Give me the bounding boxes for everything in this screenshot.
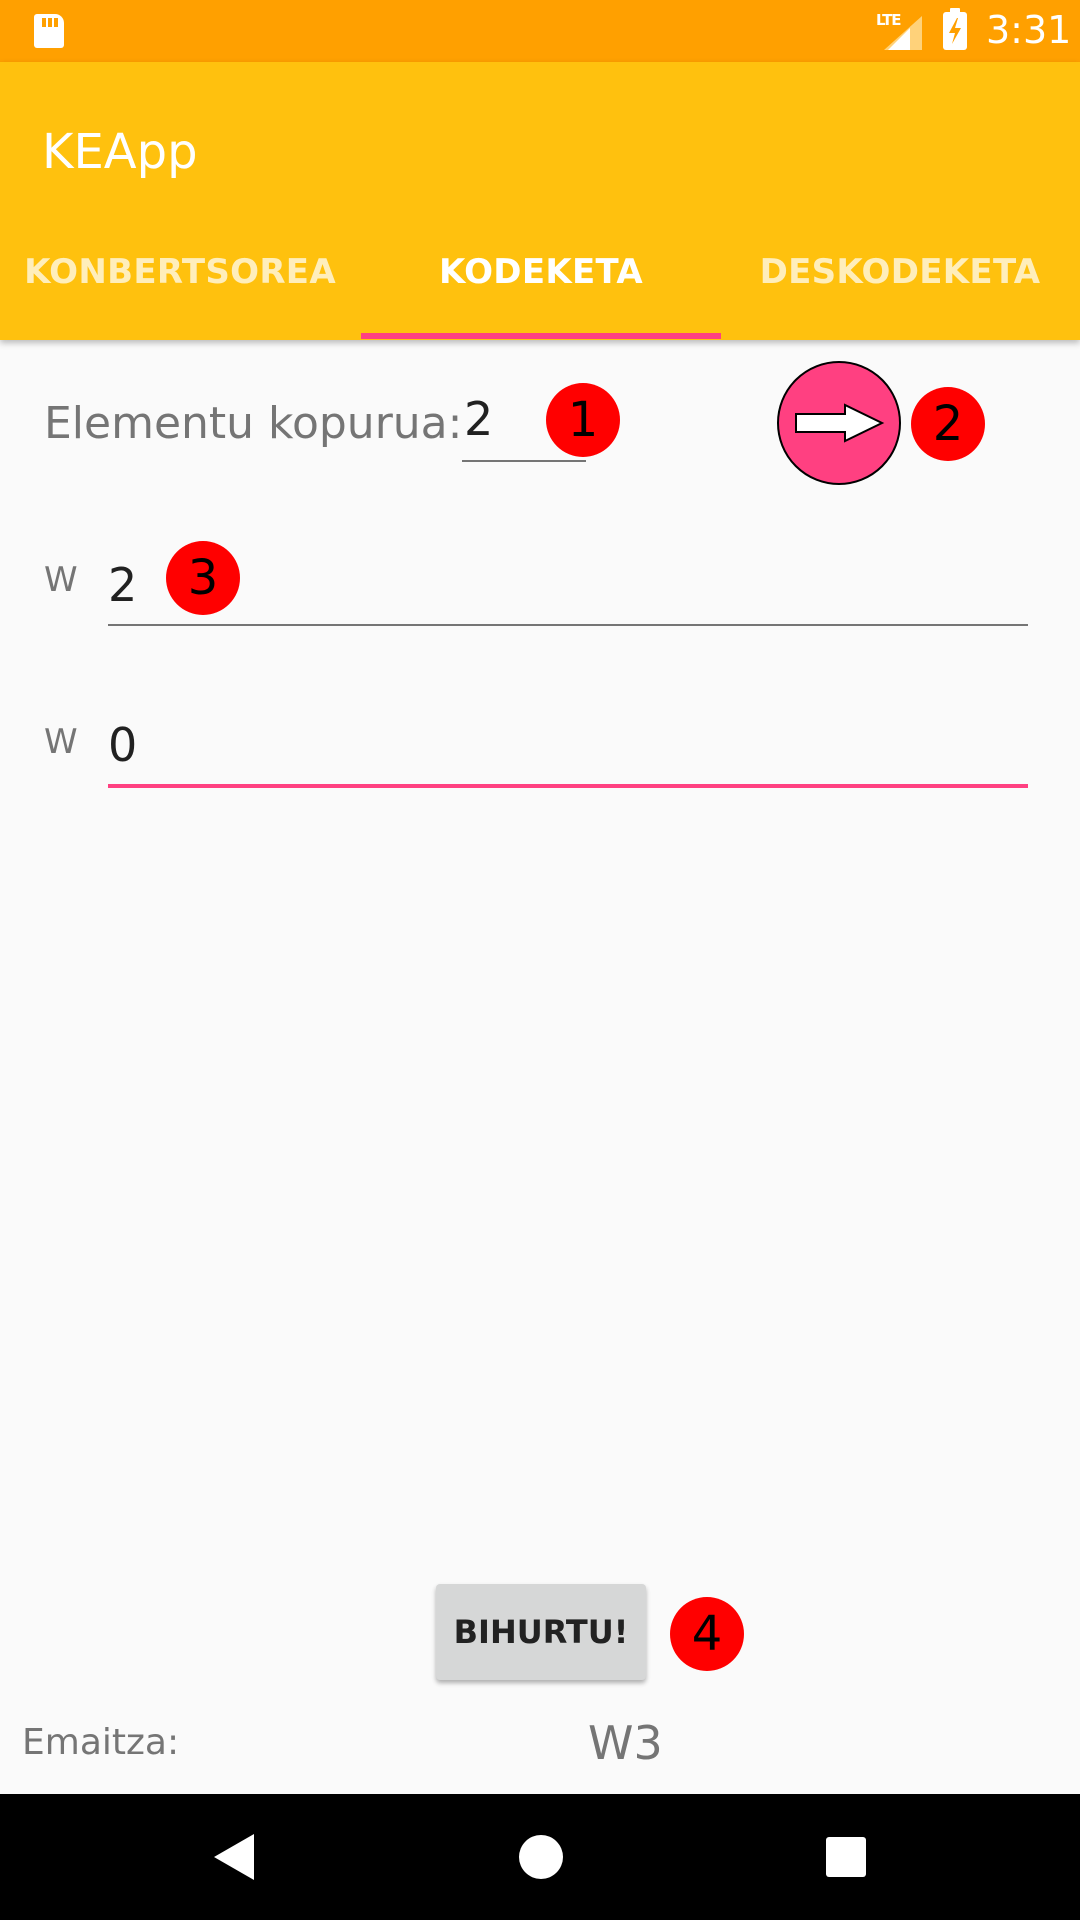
result-value: W3 bbox=[588, 1716, 663, 1770]
back-icon[interactable] bbox=[214, 1834, 254, 1880]
recents-icon[interactable] bbox=[826, 1837, 866, 1877]
weight-input-2[interactable]: 0 bbox=[108, 718, 1028, 788]
convert-button[interactable]: BIHURTU! bbox=[436, 1584, 646, 1680]
signal-icon bbox=[884, 16, 922, 50]
app-title: KEApp bbox=[42, 124, 198, 180]
annotation-badge-4: 4 bbox=[670, 1597, 744, 1671]
sd-card-icon bbox=[34, 14, 64, 48]
weight-label: W bbox=[44, 722, 78, 762]
tab-kodeketa[interactable]: KODEKETA bbox=[361, 252, 721, 292]
annotation-badge-3: 3 bbox=[166, 541, 240, 615]
annotation-badge-1: 1 bbox=[546, 383, 620, 457]
home-icon[interactable] bbox=[519, 1835, 563, 1879]
clock: 3:31 bbox=[986, 8, 1072, 52]
tab-indicator bbox=[361, 333, 721, 339]
tab-konbertsorea[interactable]: KONBERTSOREA bbox=[0, 252, 360, 292]
arrow-right-icon bbox=[795, 403, 885, 443]
result-label: Emaitza: bbox=[22, 1722, 180, 1763]
tab-deskodeketa[interactable]: DESKODEKETA bbox=[720, 252, 1080, 292]
weight-label: W bbox=[44, 560, 78, 600]
next-button[interactable] bbox=[777, 361, 901, 485]
battery-charging-icon bbox=[943, 8, 967, 50]
element-count-label: Elementu kopurua: bbox=[44, 398, 463, 449]
annotation-badge-2: 2 bbox=[911, 387, 985, 461]
weight-input-1[interactable]: 2 bbox=[108, 558, 1028, 626]
app-bar: KEApp bbox=[0, 62, 1080, 340]
